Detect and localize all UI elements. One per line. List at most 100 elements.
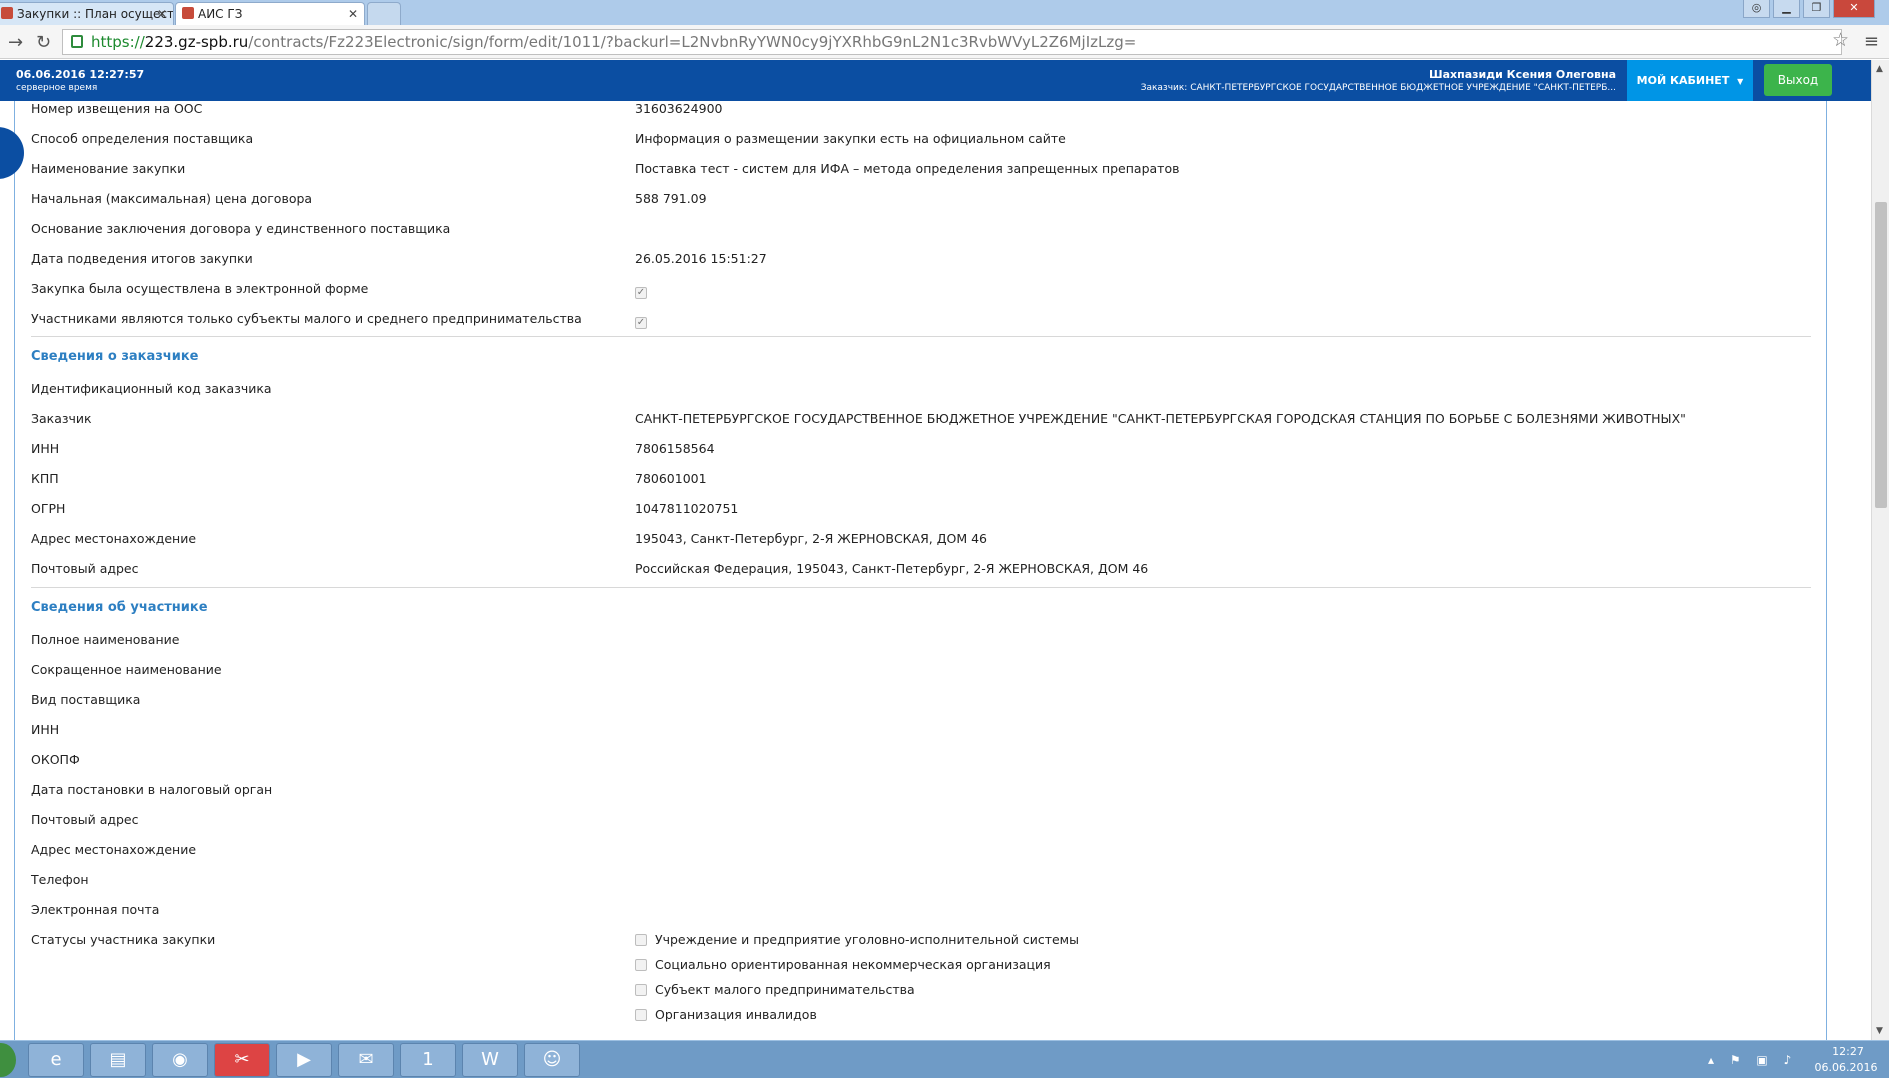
browser-tab-strip: Закупки :: План осуществл ✕ АИС ГЗ ✕ ◎ ▁… — [0, 0, 1889, 25]
sme-only-checkbox[interactable]: ✓ — [635, 317, 647, 329]
field-label: Участниками являются только субъекты мал… — [31, 311, 582, 326]
status-checkbox-penal-system[interactable] — [635, 934, 647, 946]
status-option[interactable]: Учреждение и предприятие уголовно-исполн… — [635, 932, 1079, 947]
field-label: Способ определения поставщика — [31, 131, 254, 146]
form-content: Номер извещения на ООС 31603624900 Спосо… — [0, 101, 1871, 1040]
address-toolbar: → ↻ https://223.gz-spb.ru/contracts/Fz22… — [0, 25, 1889, 59]
word-icon[interactable]: W — [462, 1043, 518, 1077]
close-window-icon[interactable]: ✕ — [1833, 0, 1875, 18]
frame-border-right — [1826, 101, 1827, 1040]
participant-status-label: Статусы участника закупки — [31, 932, 216, 947]
minimize-icon[interactable]: ▁ — [1773, 0, 1800, 18]
lock-icon — [71, 35, 83, 48]
graduate-app-icon[interactable]: ☺ — [524, 1043, 580, 1077]
user-profile-icon[interactable]: ◎ — [1743, 0, 1770, 18]
field-label: КПП — [31, 471, 59, 486]
field-value: 7806158564 — [635, 441, 715, 456]
frame-border-left — [14, 101, 15, 1040]
site-favicon-icon — [1, 7, 13, 19]
status-checkbox-nonprofit[interactable] — [635, 959, 647, 971]
chrome-icon[interactable]: ◉ — [152, 1043, 208, 1077]
tab-label: Закупки :: План осуществл — [17, 7, 174, 21]
clock-date[interactable]: 06.06.2016 — [1804, 1061, 1888, 1074]
server-time-caption: серверное время — [16, 83, 98, 93]
scissors-tool-icon[interactable]: ✂ — [214, 1043, 270, 1077]
tab-ais-gz[interactable]: АИС ГЗ ✕ — [175, 2, 365, 25]
url-field[interactable]: https://223.gz-spb.ru/contracts/Fz223Ele… — [62, 29, 1842, 55]
bookmark-star-icon[interactable]: ☆ — [1832, 29, 1849, 51]
field-label: Электронная почта — [31, 902, 160, 917]
field-label: Идентификационный код заказчика — [31, 381, 272, 396]
my-cabinet-button[interactable]: МОЙ КАБИНЕТ ▼ — [1627, 60, 1753, 101]
status-checkbox-disabled-org[interactable] — [635, 1009, 647, 1021]
site-favicon-icon — [182, 7, 194, 19]
scrollbar-thumb[interactable] — [1875, 202, 1887, 508]
exit-button[interactable]: Выход — [1764, 64, 1832, 96]
section-title-customer: Сведения о заказчике — [31, 349, 199, 364]
field-value: Российская Федерация, 195043, Санкт-Пете… — [635, 561, 1149, 576]
field-value: 26.05.2016 15:51:27 — [635, 251, 767, 266]
system-tray: ▴ ⚑ ▣ ♪ 12:27 06.06.2016 — [1700, 1041, 1889, 1079]
field-label: Почтовый адрес — [31, 561, 139, 576]
forward-arrow-icon[interactable]: → — [8, 32, 23, 53]
field-label: Полное наименование — [31, 632, 180, 647]
field-value: 195043, Санкт-Петербург, 2-Я ЖЕРНОВСКАЯ,… — [635, 531, 988, 546]
section-divider — [31, 336, 1811, 337]
section-divider — [31, 587, 1811, 588]
field-label: Сокращенное наименование — [31, 662, 222, 677]
scroll-up-arrow-icon[interactable]: ▲ — [1876, 64, 1883, 74]
caret-down-icon: ▼ — [1737, 77, 1744, 86]
new-tab-button[interactable] — [367, 2, 401, 25]
file-explorer-icon[interactable]: ▤ — [90, 1043, 146, 1077]
vertical-scrollbar[interactable]: ▲ ▼ — [1871, 60, 1889, 1040]
media-player-icon[interactable]: ▶ — [276, 1043, 332, 1077]
section-title-participant: Сведения об участнике — [31, 600, 208, 615]
field-label: Адрес местонахождение — [31, 842, 197, 857]
field-value: Поставка тест - систем для ИФА – метода … — [635, 161, 1180, 176]
status-option[interactable]: Организация инвалидов — [635, 1007, 817, 1022]
electronic-form-checkbox[interactable]: ✓ — [635, 287, 647, 299]
reload-icon[interactable]: ↻ — [36, 32, 51, 53]
field-label: Начальная (максимальная) цена договора — [31, 191, 313, 206]
tab-label: АИС ГЗ — [198, 7, 243, 21]
user-name: Шахпазиди Ксения Олеговна — [1429, 68, 1616, 81]
field-label: Наименование закупки — [31, 161, 186, 176]
field-value: САНКТ-ПЕТЕРБУРГСКОЕ ГОСУДАРСТВЕННОЕ БЮДЖ… — [635, 411, 1686, 426]
app-header: 06.06.2016 12:27:57 серверное время Шахп… — [0, 60, 1871, 101]
restore-icon[interactable]: ❐ — [1803, 0, 1830, 18]
internet-explorer-icon[interactable]: e — [28, 1043, 84, 1077]
field-label: Телефон — [31, 872, 89, 887]
tray-icons[interactable]: ▴ ⚑ ▣ ♪ — [1708, 1053, 1797, 1067]
field-value: 31603624900 — [635, 101, 723, 116]
server-datetime: 06.06.2016 12:27:57 — [16, 68, 145, 81]
tab-zakupki[interactable]: Закупки :: План осуществл ✕ — [0, 2, 174, 25]
field-label: Почтовый адрес — [31, 812, 139, 827]
field-label: Адрес местонахождение — [31, 531, 197, 546]
close-icon[interactable]: ✕ — [348, 7, 358, 21]
mail-app-icon[interactable]: ✉ — [338, 1043, 394, 1077]
field-value: 588 791.09 — [635, 191, 707, 206]
start-button[interactable] — [0, 1043, 16, 1077]
field-label: Вид поставщика — [31, 692, 141, 707]
field-value: 1047811020751 — [635, 501, 739, 516]
status-checkbox-small-business[interactable] — [635, 984, 647, 996]
side-panel-toggle[interactable] — [0, 127, 24, 179]
field-label: Номер извещения на ООС — [31, 101, 203, 116]
status-option[interactable]: Субъект малого предпринимательства — [635, 982, 915, 997]
1c-icon[interactable]: 1 — [400, 1043, 456, 1077]
field-label: Основание заключения договора у единстве… — [31, 221, 451, 236]
hamburger-menu-icon[interactable]: ≡ — [1864, 31, 1879, 52]
field-label: ОГРН — [31, 501, 66, 516]
clock-time[interactable]: 12:27 — [1818, 1045, 1878, 1058]
field-value: Информация о размещении закупки есть на … — [635, 131, 1066, 146]
scroll-down-arrow-icon[interactable]: ▼ — [1876, 1026, 1883, 1036]
os-taskbar: e ▤ ◉ ✂ ▶ ✉ 1 W ☺ ▴ ⚑ ▣ ♪ 12:27 06.06.20… — [0, 1040, 1889, 1078]
field-label: Дата подведения итогов закупки — [31, 251, 253, 266]
field-label: Заказчик — [31, 411, 92, 426]
close-icon[interactable]: ✕ — [157, 7, 167, 21]
status-option[interactable]: Социально ориентированная некоммерческая… — [635, 957, 1051, 972]
window-controls: ◎ ▁ ❐ ✕ — [1743, 0, 1875, 18]
field-label: ИНН — [31, 441, 60, 456]
field-label: Закупка была осуществлена в электронной … — [31, 281, 369, 296]
field-label: Дата постановки в налоговый орган — [31, 782, 273, 797]
